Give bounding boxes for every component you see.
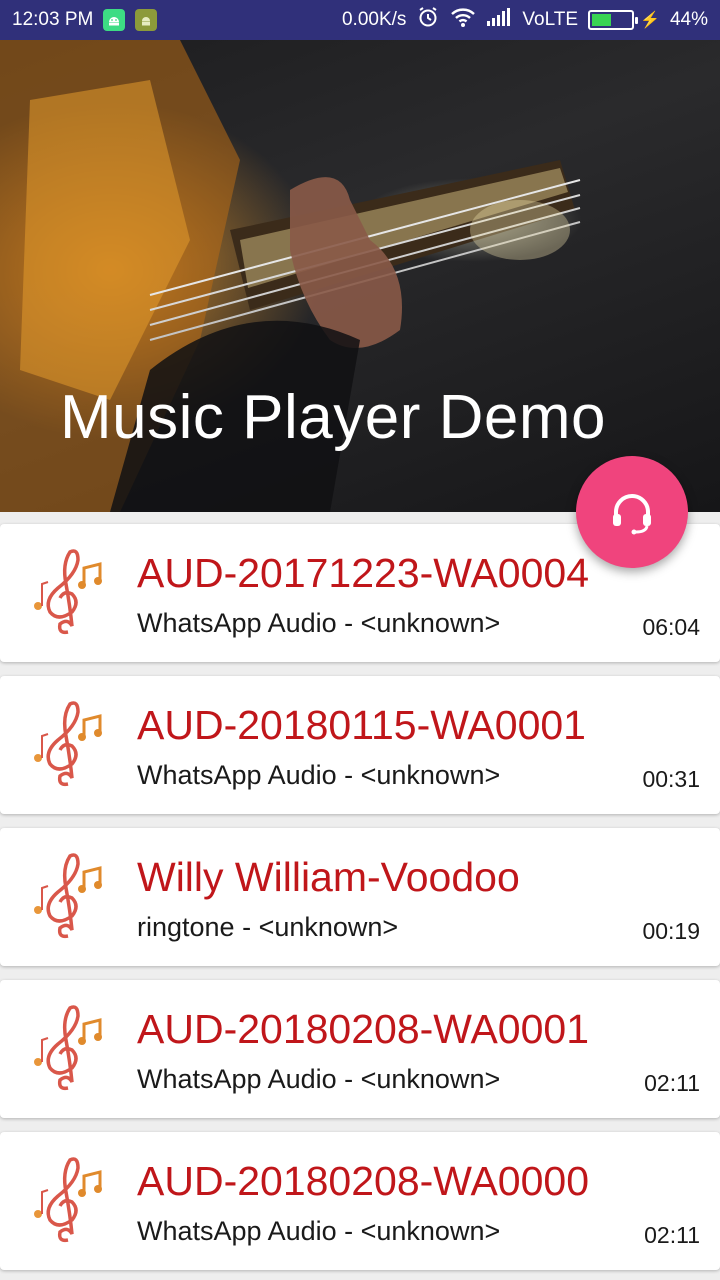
- music-note-icon: [34, 549, 102, 635]
- song-duration: 02:11: [644, 1222, 700, 1248]
- music-note-icon: [34, 853, 102, 939]
- song-subtitle: WhatsApp Audio - <unknown>: [137, 760, 501, 790]
- battery-percent: 44%: [669, 9, 708, 30]
- song-title: AUD-20171223-WA0004: [137, 550, 590, 596]
- page-title: Music Player Demo: [60, 383, 606, 452]
- android-app-icon: [135, 9, 158, 31]
- song-subtitle: ringtone - <unknown>: [137, 912, 399, 942]
- music-note-icon: [34, 701, 102, 787]
- song-title: Willy William-Voodoo: [137, 854, 520, 900]
- music-note-icon: [34, 1005, 102, 1091]
- song-duration: 00:31: [642, 766, 700, 792]
- song-card[interactable]: AUD-20180208-WA0000 WhatsApp Audio - <un…: [0, 1132, 720, 1270]
- song-card[interactable]: AUD-20180208-WA0001 WhatsApp Audio - <un…: [0, 980, 720, 1118]
- song-duration: 00:19: [642, 918, 700, 944]
- battery-icon: [588, 10, 639, 30]
- song-title: AUD-20180208-WA0001: [137, 1006, 590, 1052]
- headphones-icon: [613, 494, 651, 535]
- song-subtitle: WhatsApp Audio - <unknown>: [137, 1064, 501, 1094]
- signal-icon: [486, 7, 512, 33]
- music-note-icon: [34, 1157, 102, 1243]
- song-card[interactable]: AUD-20180115-WA0001 WhatsApp Audio - <un…: [0, 676, 720, 814]
- android-debug-icon: [103, 9, 126, 31]
- network-type: VoLTE: [522, 9, 579, 30]
- net-speed: 0.00K/s: [341, 9, 407, 30]
- wifi-icon: [450, 6, 476, 34]
- song-title: AUD-20180115-WA0001: [137, 702, 586, 748]
- charging-icon: ⚡: [640, 12, 660, 29]
- status-bar: 12:03 PM 0.00K/s VoLTE ⚡ 44%: [0, 0, 720, 40]
- song-list: AUD-20171223-WA0004 WhatsApp Audio - <un…: [0, 524, 720, 1280]
- status-time: 12:03 PM: [12, 9, 94, 30]
- song-duration: 06:04: [642, 614, 700, 640]
- song-card[interactable]: Willy William-Voodoo ringtone - <unknown…: [0, 828, 720, 966]
- song-title: AUD-20180208-WA0000: [137, 1158, 590, 1204]
- alarm-icon: [416, 5, 440, 35]
- song-subtitle: WhatsApp Audio - <unknown>: [137, 608, 501, 638]
- headphones-fab-button[interactable]: [576, 456, 688, 568]
- song-duration: 02:11: [644, 1070, 700, 1096]
- header-banner: Music Player Demo: [0, 40, 720, 512]
- song-subtitle: WhatsApp Audio - <unknown>: [137, 1216, 501, 1246]
